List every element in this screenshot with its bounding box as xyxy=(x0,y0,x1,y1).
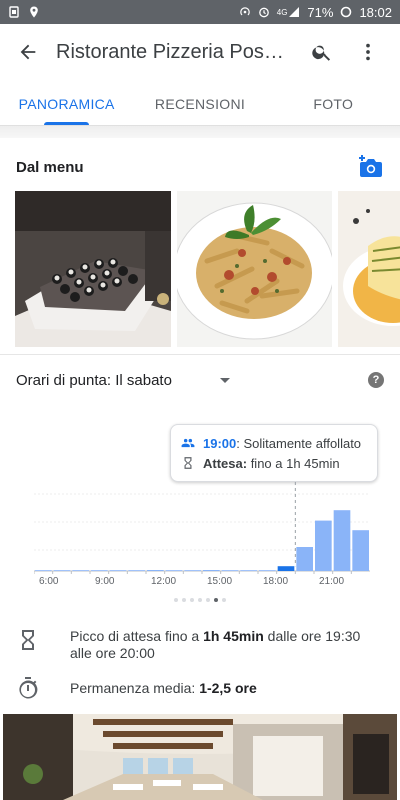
tooltip-wait-label: Attesa: xyxy=(203,455,248,471)
chart-bar-1000[interactable] xyxy=(109,570,127,571)
pager-dot[interactable] xyxy=(182,598,186,602)
more-options-button[interactable] xyxy=(350,34,386,70)
alarm-icon xyxy=(258,7,269,18)
hourglass-icon xyxy=(22,630,34,650)
pager-dot[interactable] xyxy=(198,598,202,602)
people-icon xyxy=(181,438,195,448)
chart-bar-2000[interactable] xyxy=(296,547,313,571)
tab-reviews[interactable]: RECENSIONI xyxy=(133,80,266,125)
tab-overview[interactable]: PANORAMICA xyxy=(0,80,133,125)
hourglass-icon xyxy=(184,457,192,469)
help-icon[interactable]: ? xyxy=(368,372,384,388)
tooltip-time: 19:00 xyxy=(203,435,237,451)
menu-section-header: Dal menu xyxy=(16,150,384,184)
location-icon xyxy=(30,6,38,18)
chevron-down-icon[interactable] xyxy=(219,377,230,383)
tooltip-busy-text: : Solitamente affollato xyxy=(236,435,362,451)
page-title: Ristorante Pizzeria Pose… xyxy=(56,40,292,63)
chart-bar-2200[interactable] xyxy=(333,510,351,571)
chart-tick-label: 18:00 xyxy=(263,576,288,587)
arrow-back-icon xyxy=(20,44,36,60)
average-stay-prefix: Permanenza media: xyxy=(70,680,200,696)
pager-dot[interactable] xyxy=(222,598,226,602)
search-icon xyxy=(312,45,331,61)
chart-bar-1500[interactable] xyxy=(203,570,220,571)
network-type: 4G xyxy=(276,7,288,17)
chart-bar-800[interactable] xyxy=(72,570,89,571)
tab-photos[interactable]: FOTO xyxy=(267,80,400,125)
menu-section-title: Dal menu xyxy=(16,158,84,176)
pager-dot[interactable] xyxy=(174,598,178,602)
chart-tick-label: 6:00 xyxy=(39,576,59,587)
chart-bar-700[interactable] xyxy=(53,570,71,571)
average-stay-value: 1-2,5 ore xyxy=(199,680,257,696)
peak-wait-prefix: Picco di attesa fino a xyxy=(70,628,204,644)
chart-bar-1800[interactable] xyxy=(259,570,276,571)
popular-times-tooltip: 19:00: Solitamente affollato Attesa: fin… xyxy=(170,424,378,482)
popular-times-chart[interactable]: 6:00 9:00 12:00 15:00 18:00 21:00 xyxy=(34,480,370,590)
chart-bar-1400[interactable] xyxy=(184,570,201,571)
chart-bar-1300[interactable] xyxy=(165,570,183,571)
menu-photo-dessert[interactable] xyxy=(338,191,400,347)
status-bar: 4G 71% 18:02 xyxy=(0,0,400,24)
chart-tick-label: 15:00 xyxy=(207,576,232,587)
back-button[interactable] xyxy=(0,24,56,80)
chart-bar-1600[interactable] xyxy=(221,570,239,571)
chart-bar-600[interactable] xyxy=(35,570,52,571)
section-divider xyxy=(0,354,400,355)
tooltip-wait-text: fino a 1h 45min xyxy=(247,455,340,471)
tab-bar: PANORAMICA RECENSIONI FOTO xyxy=(0,80,400,126)
average-stay-info: Permanenza media: 1-2,5 ore xyxy=(16,676,384,700)
chart-bar-900[interactable] xyxy=(91,570,108,571)
chart-bar-2300[interactable] xyxy=(352,530,369,571)
chart-bar-2100[interactable] xyxy=(315,520,332,571)
chart-tick-label: 21:00 xyxy=(319,576,344,587)
peak-wait-info: Picco di attesa fino a 1h 45min dalle or… xyxy=(16,628,384,662)
chart-bar-1200[interactable] xyxy=(147,570,164,571)
section-separator xyxy=(0,126,400,138)
pager-dot[interactable] xyxy=(190,598,194,602)
add-photo-icon[interactable] xyxy=(356,153,384,181)
chart-bar-1700[interactable] xyxy=(240,570,257,571)
pager-dot-active[interactable] xyxy=(214,598,218,602)
sync-icon xyxy=(341,6,352,18)
menu-photo-sushi[interactable] xyxy=(15,191,171,347)
average-stay-text: Permanenza media: 1-2,5 ore xyxy=(52,676,257,700)
popular-times-header: Orari di punta: Il sabato ? xyxy=(16,366,384,394)
sim-icon xyxy=(9,6,19,18)
more-vert-icon xyxy=(366,43,370,61)
app-bar: Ristorante Pizzeria Pose… xyxy=(0,24,400,80)
battery-percent: 71% xyxy=(307,4,334,20)
restaurant-interior-photo[interactable] xyxy=(3,714,397,800)
menu-photo-pasta[interactable] xyxy=(177,191,332,347)
peak-wait-duration: 1h 45min xyxy=(203,628,264,644)
chart-bar-1900[interactable] xyxy=(277,566,295,571)
timer-icon xyxy=(19,677,38,699)
pager-dot[interactable] xyxy=(206,598,210,602)
clock: 18:02 xyxy=(359,4,392,20)
chart-bar-1100[interactable] xyxy=(128,570,145,571)
peak-wait-text: Picco di attesa fino a 1h 45min dalle or… xyxy=(52,628,384,662)
popular-times-day-selector[interactable]: Orari di punta: Il sabato xyxy=(16,372,172,389)
signal-icon xyxy=(289,7,300,17)
day-pager[interactable] xyxy=(0,598,400,602)
chart-tick-label: 9:00 xyxy=(95,576,115,587)
hotspot-icon xyxy=(239,7,250,16)
menu-photo-carousel[interactable] xyxy=(15,191,400,347)
chart-tick-label: 12:00 xyxy=(151,576,176,587)
search-button[interactable] xyxy=(304,34,340,70)
